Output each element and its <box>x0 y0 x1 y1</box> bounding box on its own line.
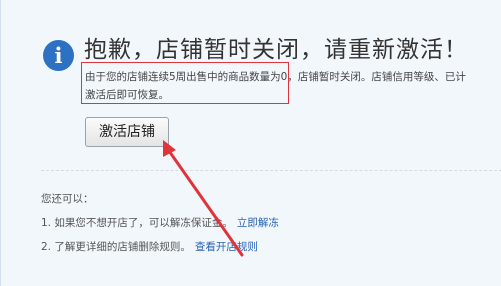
unfreeze-deposit-link[interactable]: 立即解冻 <box>237 217 279 229</box>
view-store-rules-link[interactable]: 查看开店规则 <box>195 241 258 253</box>
highlight-box <box>81 62 289 104</box>
help-item-unfreeze: 1. 如果您不想开店了，可以解冻保证金。 立即解冻 <box>41 215 279 230</box>
help-item-rules: 2. 了解更详细的店铺删除规则。 查看开店规则 <box>41 239 258 254</box>
help-item-text: 1. 如果您不想开店了，可以解冻保证金。 <box>41 217 233 229</box>
help-item-text: 2. 了解更详细的店铺删除规则。 <box>41 241 191 253</box>
page-title: 抱歉，店铺暂时关闭，请重新激活！ <box>84 37 468 63</box>
activate-store-button[interactable]: 激活店铺 <box>85 117 169 147</box>
info-icon: i <box>43 40 74 71</box>
closed-store-notice-page: i 抱歉，店铺暂时关闭，请重新激活！ 由于您的店铺连续5周出售中的商品数量为0，… <box>0 0 501 286</box>
help-heading: 您还可以： <box>41 193 94 205</box>
dashed-divider <box>41 170 501 171</box>
